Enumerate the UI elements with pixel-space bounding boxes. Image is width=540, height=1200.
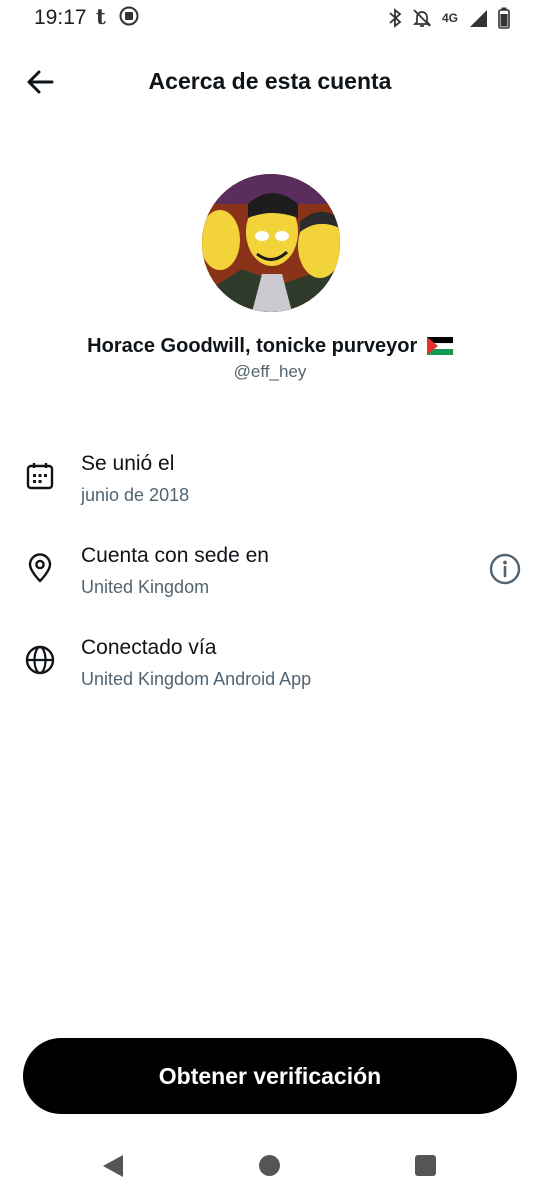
status-bar: 19:17 t 4G: [0, 0, 540, 38]
mute-icon: [412, 9, 432, 27]
app-icon: [119, 6, 139, 26]
joined-label: Se unió el: [81, 452, 175, 475]
display-name: Horace Goodwill, tonicke purveyor: [0, 335, 540, 358]
info-icon: [489, 553, 521, 585]
battery-icon: [498, 7, 510, 29]
status-icons: 4G: [388, 6, 510, 30]
location-row: Cuenta con sede en United Kingdom: [0, 544, 540, 614]
handle: @eff_hey: [233, 362, 307, 381]
calendar-icon: [26, 463, 54, 490]
palestine-flag-icon: [426, 337, 453, 355]
nav-back-icon[interactable]: [101, 1153, 125, 1179]
location-label: Cuenta con sede en: [81, 544, 269, 567]
nav-recents-icon[interactable]: [415, 1155, 436, 1176]
avatar-image: [202, 174, 340, 312]
location-pin-icon: [28, 553, 52, 583]
header: Acerca de esta cuenta: [0, 52, 540, 112]
page-title: Acerca de esta cuenta: [148, 68, 392, 94]
globe-icon: [25, 645, 55, 675]
connected-value: United Kingdom Android App: [81, 669, 312, 689]
connected-label: Conectado vía: [81, 636, 217, 659]
get-verified-button[interactable]: Obtener verificación: [23, 1038, 517, 1114]
location-value: United Kingdom: [81, 577, 210, 597]
joined-row: Se unió el junio de 2018: [0, 452, 540, 522]
location-info-button[interactable]: [488, 552, 522, 586]
nav-home-icon[interactable]: [259, 1155, 280, 1176]
connected-row: Conectado vía United Kingdom Android App: [0, 636, 540, 706]
tumblr-icon: t: [96, 4, 106, 29]
network-type: 4G: [441, 11, 458, 25]
signal-icon: [470, 10, 487, 27]
avatar[interactable]: [202, 174, 340, 312]
system-nav-bar: [0, 1140, 540, 1200]
status-time: 19:17: [34, 6, 87, 29]
joined-value: junio de 2018: [81, 485, 190, 505]
display-name-text: Horace Goodwill, tonicke purveyor: [87, 335, 418, 357]
bluetooth-icon: [389, 8, 402, 28]
